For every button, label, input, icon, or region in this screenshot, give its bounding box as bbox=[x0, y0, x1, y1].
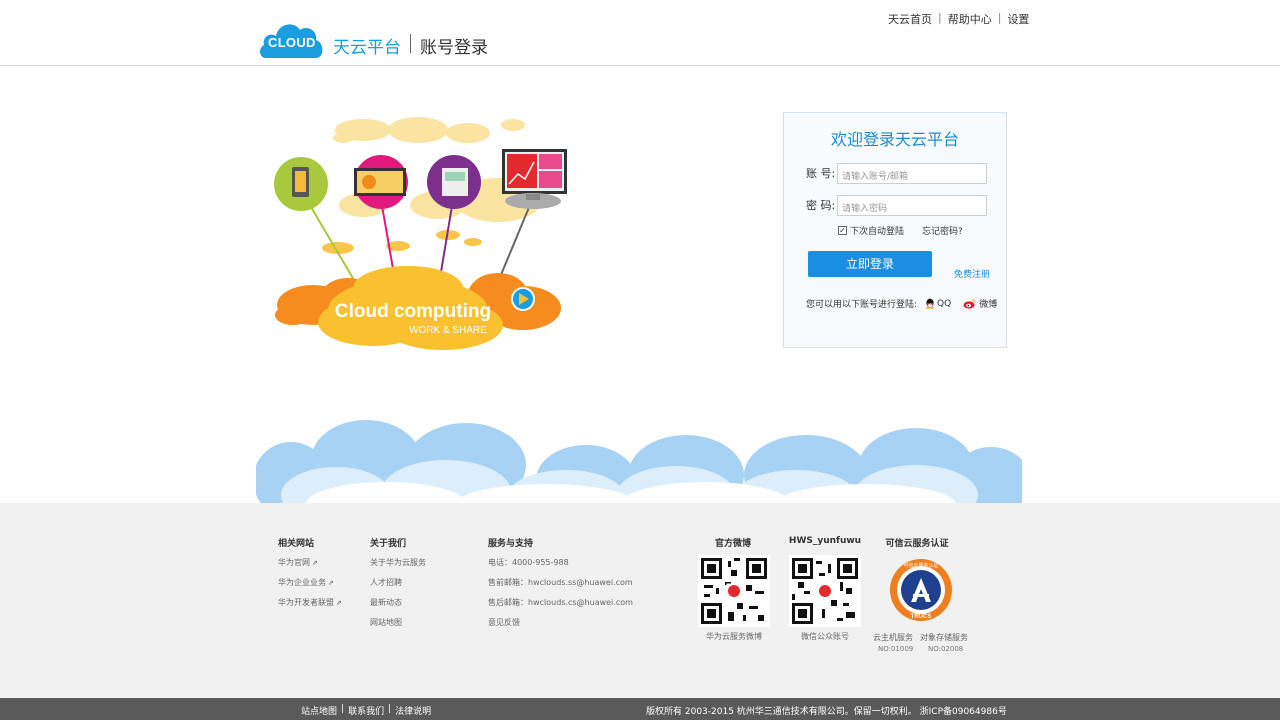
weibo-login-label[interactable]: 微博 bbox=[979, 297, 997, 310]
top-link-divider: | bbox=[938, 11, 942, 24]
cloud-computing-illustration: Cloud computing WORK & SHARE bbox=[274, 117, 567, 350]
logo-text: CLOUD bbox=[268, 35, 316, 50]
cert-storage-service: 对象存储服务 bbox=[920, 633, 968, 642]
bottom-link-sitemap[interactable]: 站点地图 bbox=[301, 704, 337, 717]
top-links: 天云首页 | 帮助中心 | 设置 bbox=[888, 11, 1029, 27]
trucs-cert-badge[interactable]: 可信云服务认证 TRUCS bbox=[889, 558, 953, 622]
external-link-icon: ⇗ bbox=[336, 599, 342, 607]
bottom-link-divider: | bbox=[388, 704, 392, 714]
footer-link-about[interactable]: 关于华为云服务 bbox=[370, 557, 426, 568]
bottom-link-contact[interactable]: 联系我们 bbox=[348, 704, 384, 717]
footer-phone: 电话：4000-955-988 bbox=[488, 558, 569, 567]
footer-link-enterprise[interactable]: 华为企业业务 ⇗ bbox=[278, 577, 342, 588]
footer-support: 服务与支持 电话：4000-955-988 售前邮箱：hwclouds.ss@h… bbox=[488, 536, 633, 637]
remember-label: 下次自动登陆 bbox=[850, 227, 905, 237]
wechat-qr-caption: 微信公众账号 bbox=[801, 632, 849, 641]
cloud-band-illustration bbox=[253, 420, 1031, 526]
footer-support-title: 服务与支持 bbox=[488, 539, 534, 549]
top-link-settings[interactable]: 设置 bbox=[1007, 11, 1029, 27]
brand-name: 天云平台 bbox=[333, 38, 401, 58]
footer-link-sitemap[interactable]: 网站地图 bbox=[370, 617, 426, 628]
cloud-logo[interactable]: CLOUD bbox=[258, 18, 326, 60]
footer-link-developer[interactable]: 华为开发者联盟 ⇗ bbox=[278, 597, 342, 608]
cert-host-number: NO:01009 bbox=[878, 645, 914, 653]
remember-checkbox[interactable]: ✓ bbox=[838, 226, 847, 235]
weibo-icon[interactable] bbox=[963, 299, 976, 309]
account-label: 账 号: bbox=[806, 167, 836, 180]
wechat-qr-code bbox=[789, 555, 861, 627]
weibo-qr-code bbox=[698, 555, 770, 627]
external-link-icon: ⇗ bbox=[312, 559, 318, 567]
account-input[interactable]: 请输入账号/邮箱 bbox=[837, 163, 987, 184]
hero-illustration: Cloud computing WORK & SHARE bbox=[268, 100, 578, 360]
hero-tagline: WORK & SHARE bbox=[409, 325, 487, 336]
badge-bottom-text: TRUCS bbox=[911, 614, 932, 620]
hero-headline: Cloud computing bbox=[335, 301, 491, 322]
top-link-home[interactable]: 天云首页 bbox=[888, 11, 932, 27]
remember-me[interactable]: ✓ 下次自动登陆 bbox=[838, 224, 904, 237]
register-link[interactable]: 免费注册 bbox=[954, 267, 990, 280]
footer-feedback-link[interactable]: 意见反馈 bbox=[488, 617, 633, 628]
footer-about-title: 关于我们 bbox=[370, 539, 407, 549]
page-header: CLOUD 天云平台 账号登录 天云首页 | 帮助中心 | 设置 bbox=[0, 0, 1280, 66]
qq-login-label[interactable]: QQ bbox=[937, 299, 951, 309]
footer-aftersales-email[interactable]: 售后邮箱：hwclouds.cs@huawei.com bbox=[488, 597, 633, 608]
cert-host-service: 云主机服务 bbox=[873, 633, 913, 642]
bottom-link-divider: | bbox=[341, 704, 345, 714]
cloud-band-decoration bbox=[253, 420, 1031, 526]
footer-presales-email[interactable]: 售前邮箱：hwclouds.ss@huawei.com bbox=[488, 577, 633, 588]
third-party-prompt: 您可以用以下账号进行登陆: bbox=[806, 300, 918, 310]
bottom-links: 站点地图 | 联系我们 | 法律说明 bbox=[301, 704, 431, 717]
footer-link-huawei[interactable]: 华为官网 ⇗ bbox=[278, 557, 342, 568]
footer-related-sites: 相关网站 华为官网 ⇗ 华为企业业务 ⇗ 华为开发者联盟 ⇗ bbox=[278, 536, 342, 617]
login-panel: 欢迎登录天云平台 账 号: 请输入账号/邮箱 密 码: 请输入密码 ✓ 下次自动… bbox=[783, 112, 1007, 348]
footer-link-news[interactable]: 最新动态 bbox=[370, 597, 426, 608]
cert-storage-number: NO:02008 bbox=[928, 645, 964, 653]
footer-about: 关于我们 关于华为云服务 人才招聘 最新动态 网站地图 bbox=[370, 536, 426, 637]
cert-title: 可信云服务认证 bbox=[885, 539, 949, 549]
top-link-help[interactable]: 帮助中心 bbox=[948, 11, 992, 27]
bottom-link-legal[interactable]: 法律说明 bbox=[395, 704, 431, 717]
brand-divider bbox=[410, 34, 411, 53]
forgot-password-link[interactable]: 忘记密码? bbox=[922, 224, 963, 237]
top-link-divider: | bbox=[997, 11, 1002, 24]
site-footer: 相关网站 华为官网 ⇗ 华为企业业务 ⇗ 华为开发者联盟 ⇗ 关于我们 关于华为云服务… bbox=[0, 503, 1280, 698]
qr-code-icon bbox=[701, 558, 767, 624]
trucs-badge-icon: 可信云服务认证 TRUCS bbox=[890, 559, 952, 621]
copyright-text: 版权所有 2003-2015 杭州华三通信技术有限公司。保留一切权利。 浙ICP… bbox=[646, 707, 1007, 717]
password-label: 密 码: bbox=[806, 199, 836, 212]
qr-code-icon bbox=[792, 558, 858, 624]
qq-icon[interactable] bbox=[925, 298, 935, 309]
bottom-bar: 站点地图 | 联系我们 | 法律说明 版权所有 2003-2015 杭州华三通信… bbox=[0, 698, 1280, 720]
footer-link-jobs[interactable]: 人才招聘 bbox=[370, 577, 426, 588]
password-input[interactable]: 请输入密码 bbox=[837, 195, 987, 216]
page-subtitle: 账号登录 bbox=[420, 38, 488, 58]
badge-top-text: 可信云服务认证 bbox=[903, 562, 938, 569]
login-title: 欢迎登录天云平台 bbox=[830, 130, 959, 149]
third-party-login: 您可以用以下账号进行登陆: QQ 微博 bbox=[806, 297, 997, 311]
external-link-icon: ⇗ bbox=[328, 579, 334, 587]
footer-related-title: 相关网站 bbox=[278, 539, 315, 549]
login-button[interactable]: 立即登录 bbox=[808, 251, 932, 277]
